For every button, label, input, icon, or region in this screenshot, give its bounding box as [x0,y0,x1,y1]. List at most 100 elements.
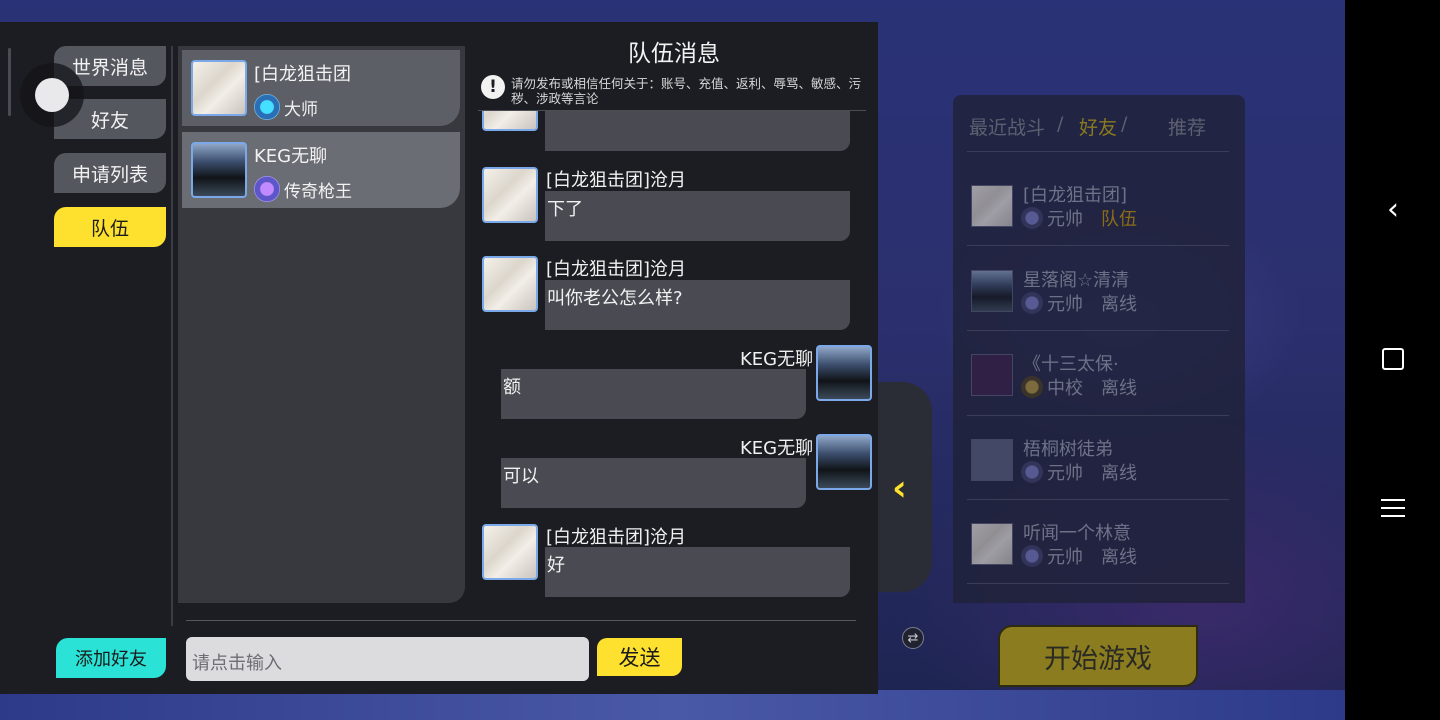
message-text: 可以 [503,466,539,487]
warning-icon: ! [481,75,505,99]
message-text: 下了 [547,199,583,220]
collapse-panel-handle[interactable]: ‹ [878,382,932,592]
message-bubble: 好 [545,547,850,597]
start-game-button[interactable]: 开始游戏 [998,625,1198,687]
contact-name: KEG无聊 [254,146,328,167]
send-button[interactable]: 发送 [597,638,682,676]
divider [967,499,1229,500]
rank-icon [1021,207,1043,229]
friend-name: 《十三太保· [1023,354,1119,375]
avatar [971,439,1013,481]
sender-name: KEG无聊 [740,349,814,370]
tab-recommended[interactable]: 推荐 [1168,113,1206,140]
status-label: 离线 [1101,463,1137,484]
warning-notice: 请勿发布或相信任何关于：账号、充值、返利、辱骂、敏感、污秽、涉政等言论 [511,76,862,106]
status-label: 离线 [1101,294,1137,315]
team-contact-list: [白龙狙击团 大师 KEG无聊 传奇枪王 [178,46,465,603]
tab-team[interactable]: 队伍 [54,207,166,247]
panel-divider [171,46,173,626]
rank-icon [1021,376,1043,398]
sender-name: KEG无聊 [740,438,814,459]
avatar [191,60,247,116]
input-divider [186,620,856,621]
avatar[interactable] [482,167,538,223]
back-icon[interactable]: ‹ [1375,192,1411,228]
avatar[interactable] [482,256,538,312]
sender-name: [白龙狙击团]沧月 [546,170,687,191]
friend-row[interactable]: 星落阁☆清清 元帅 离线 [971,260,1231,320]
swap-icon[interactable]: ⇄ [902,627,924,649]
message-text: 好 [547,555,565,576]
divider [967,583,1229,584]
friend-row[interactable]: 听闻一个林意 元帅 离线 [971,513,1231,573]
rank-label: 中校 [1047,378,1083,399]
status-label: 离线 [1101,378,1137,399]
avatar[interactable] [482,524,538,580]
message-bubble: 额 [501,369,806,419]
divider [967,415,1229,416]
divider [967,151,1229,152]
divider [967,330,1229,331]
chat-title: 队伍消息 [628,41,720,67]
rank-icon [1021,292,1043,314]
friend-rank: 中校 离线 [1021,374,1137,400]
friend-row[interactable]: 梧桐树徒弟 元帅 离线 [971,429,1231,489]
friend-name: 星落阁☆清清 [1023,270,1130,291]
message-text: 叫你老公怎么样? [547,288,683,309]
friend-row[interactable]: 《十三太保· 中校 离线 [971,344,1231,404]
tab-side-friends[interactable]: 好友 [1079,113,1117,140]
rank-label: 大师 [284,99,318,120]
avatar [971,270,1013,312]
recents-menu-icon[interactable] [1375,490,1411,526]
contact-rank: 大师 [254,94,318,120]
background-ground [0,690,1345,720]
system-navigation-bar: ‹ [1345,0,1440,720]
message-bubble: 叫你老公怎么样? [545,280,850,330]
legend-rank-icon [254,176,280,202]
chat-message-list[interactable]: 开 [白龙狙击团]沧月 下了 [白龙狙击团]沧月 叫你老公怎么样? KEG无聊 … [478,111,874,603]
friend-name: 听闻一个林意 [1023,523,1131,544]
chat-message-input[interactable]: 请点击输入 [186,637,589,681]
sender-name: [白龙狙击团]沧月 [546,527,687,548]
rank-label: 传奇枪王 [284,181,352,202]
avatar [191,142,247,198]
avatar [971,185,1013,227]
friend-name: 梧桐树徒弟 [1023,439,1113,460]
floating-assistant-ball[interactable] [20,63,84,127]
friend-rank: 元帅 离线 [1021,290,1137,316]
tab-separator: / [1121,113,1128,135]
message-text: 开 [547,111,565,115]
rank-label: 元帅 [1047,294,1083,315]
tab-recent-battles[interactable]: 最近战斗 [969,113,1045,140]
sender-name: [白龙狙击团]沧月 [546,259,687,280]
tab-separator: / [1057,113,1064,135]
friends-side-panel: 最近战斗 / 好友 / 推荐 [白龙狙击团] 元帅 队伍 星落阁☆清清 元帅 离… [953,95,1245,603]
contact-item[interactable]: [白龙狙击团 大师 [182,50,460,126]
rank-label: 元帅 [1047,463,1083,484]
rank-label: 元帅 [1047,547,1083,568]
rank-icon [1021,545,1043,567]
avatar [971,354,1013,396]
message-bubble: 开 [545,111,850,151]
contact-item[interactable]: KEG无聊 传奇枪王 [182,132,460,208]
friend-rank: 元帅 离线 [1021,543,1137,569]
message-text: 额 [503,377,521,398]
tab-requests[interactable]: 申请列表 [54,153,166,193]
friend-row[interactable]: [白龙狙击团] 元帅 队伍 [971,175,1231,235]
avatar [482,111,538,131]
tabs-scrollbar[interactable] [8,48,11,116]
contact-rank: 传奇枪王 [254,176,352,202]
contact-name: [白龙狙击团 [254,64,352,85]
friend-rank: 元帅 队伍 [1021,205,1137,231]
status-label: 离线 [1101,547,1137,568]
rank-icon [1021,461,1043,483]
master-rank-icon [254,94,280,120]
friend-name: [白龙狙击团] [1023,185,1128,206]
avatar [971,523,1013,565]
status-label: 队伍 [1101,209,1137,230]
avatar[interactable] [816,434,872,490]
add-friend-button[interactable]: 添加好友 [56,638,166,678]
avatar[interactable] [816,345,872,401]
home-icon[interactable] [1375,341,1411,377]
message-bubble: 可以 [501,458,806,508]
